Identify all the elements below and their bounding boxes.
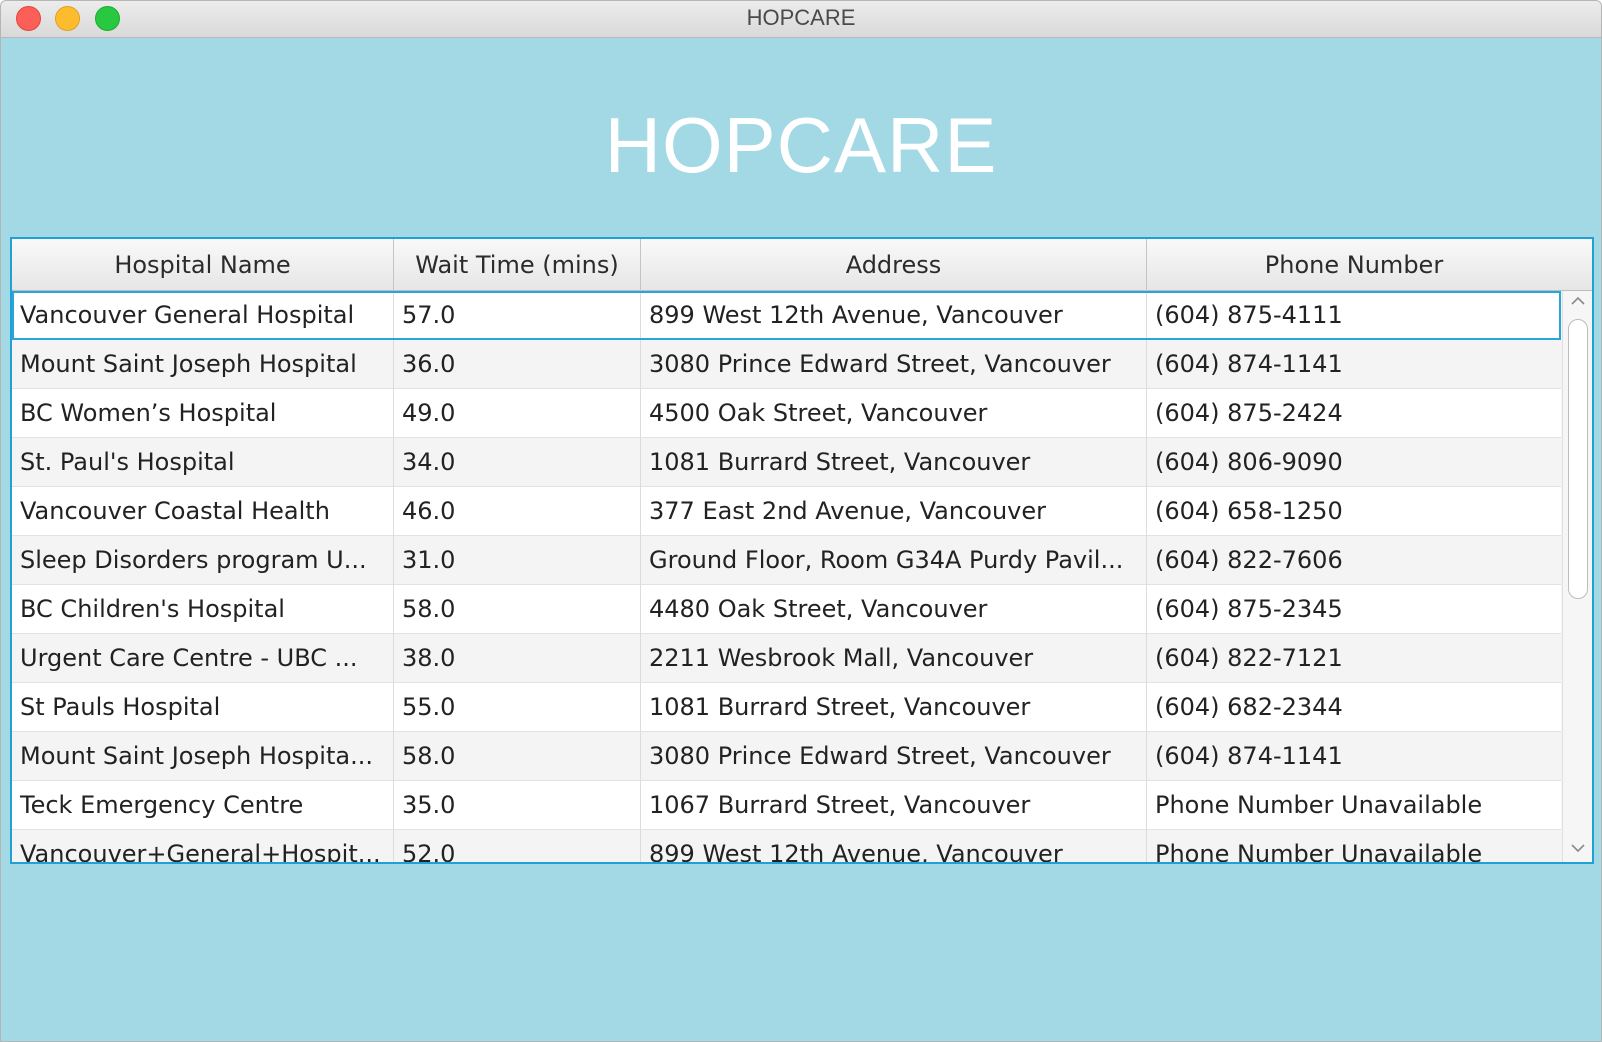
hospital-name-cell: Teck Emergency Centre [12,781,394,830]
phone-number-cell: (604) 822-7606 [1155,546,1343,574]
column-header-wait-time[interactable]: Wait Time (mins) [394,239,641,291]
hospital-name-cell: Vancouver+General+Hospit... [12,830,394,862]
address-cell: 1081 Burrard Street, Vancouver [641,683,1147,732]
wait-time-cell: 52.0 [394,830,641,862]
phone-number-cell: Phone Number Unavailable [1155,840,1483,862]
address-cell: 1081 Burrard Street, Vancouver [641,438,1147,487]
wait-time-cell: 49.0 [394,389,641,438]
title-bar[interactable]: HOPCARE [1,1,1601,38]
hospital-name-cell: St. Paul's Hospital [12,438,394,487]
chevron-up-icon[interactable] [1563,291,1592,313]
hospital-name-cell: Urgent Care Centre - UBC ... [12,634,394,683]
column-header-phone-number[interactable]: Phone Number [1147,239,1561,291]
table-row[interactable]: Vancouver General Hospital 57.0 899 West 1… [12,291,1561,340]
wait-time-cell: 34.0 [394,438,641,487]
phone-number-cell: (604) 874-1141 [1155,350,1343,378]
hospital-name-cell: St Pauls Hospital [12,683,394,732]
phone-number-cell: (604) 806-9090 [1155,448,1343,476]
address-cell: 899 West 12th Avenue, Vancouver [641,291,1147,340]
table-row[interactable]: BC Women’s Hospital 49.0 4500 Oak Street, … [12,389,1561,438]
column-header-hospital-name[interactable]: Hospital Name [12,239,394,291]
column-header-address[interactable]: Address [641,239,1147,291]
window-title: HOPCARE [746,5,856,30]
phone-number-cell: Phone Number Unavailable [1155,791,1483,819]
phone-number-cell: (604) 658-1250 [1155,497,1343,525]
table-row[interactable]: St Pauls Hospital 55.0 1081 Burrard Street… [12,683,1561,732]
table-row[interactable]: Urgent Care Centre - UBC ... 38.0 2211 Wes… [12,634,1561,683]
address-cell: 899 West 12th Avenue, Vancouver [641,830,1147,862]
scrollbar-thumb[interactable] [1568,319,1588,599]
address-cell: 4480 Oak Street, Vancouver [641,585,1147,634]
wait-time-cell: 46.0 [394,487,641,536]
address-cell: 3080 Prince Edward Street, Vancouver [641,732,1147,781]
phone-number-cell: (604) 875-2424 [1155,399,1343,427]
table-row[interactable]: Teck Emergency Centre 35.0 1067 Burrard St… [12,781,1561,830]
phone-number-cell: (604) 682-2344 [1155,693,1343,721]
vertical-scrollbar[interactable] [1562,291,1592,862]
hospital-name-cell: Mount Saint Joseph Hospital [12,340,394,389]
phone-number-cell: (604) 875-2345 [1155,595,1343,623]
app-window: HOPCARE HOPCARE Hospital Name Wait Time … [0,0,1602,1042]
table-row[interactable]: Mount Saint Joseph Hospita... 58.0 3080 Pr… [12,732,1561,781]
phone-number-cell: (604) 822-7121 [1155,644,1343,672]
wait-time-cell: 38.0 [394,634,641,683]
phone-number-cell: (604) 875-4111 [1155,301,1343,329]
table-row[interactable]: St. Paul's Hospital 34.0 1081 Burrard Stre… [12,438,1561,487]
chevron-down-icon[interactable] [1563,838,1592,860]
table-row[interactable]: Vancouver Coastal Health 46.0 377 East 2nd… [12,487,1561,536]
hospital-name-cell: BC Women’s Hospital [12,389,394,438]
address-cell: 377 East 2nd Avenue, Vancouver [641,487,1147,536]
wait-time-cell: 58.0 [394,732,641,781]
address-cell: 1067 Burrard Street, Vancouver [641,781,1147,830]
address-cell: Ground Floor, Room G34A Purdy Pavil... [641,536,1147,585]
phone-number-cell: (604) 874-1141 [1155,742,1343,770]
hospital-name-cell: Sleep Disorders program U... [12,536,394,585]
table-row[interactable]: Vancouver+General+Hospit... 52.0 899 West … [12,830,1561,862]
hospital-table[interactable]: Hospital Name Wait Time (mins) Address P… [10,237,1594,864]
hospital-name-cell: Vancouver Coastal Health [12,487,394,536]
table-row[interactable]: BC Children's Hospital 58.0 4480 Oak Stree… [12,585,1561,634]
address-cell: 3080 Prince Edward Street, Vancouver [641,340,1147,389]
wait-time-cell: 57.0 [394,291,641,340]
wait-time-cell: 58.0 [394,585,641,634]
table-row[interactable]: Sleep Disorders program U... 31.0 Ground F… [12,536,1561,585]
address-cell: 4500 Oak Street, Vancouver [641,389,1147,438]
table-row[interactable]: Mount Saint Joseph Hospital 36.0 3080 Prin… [12,340,1561,389]
table-body: Vancouver General Hospital 57.0 899 West 1… [12,291,1561,862]
hospital-name-cell: BC Children's Hospital [12,585,394,634]
app-heading: HOPCARE [604,101,998,189]
wait-time-cell: 31.0 [394,536,641,585]
wait-time-cell: 35.0 [394,781,641,830]
address-cell: 2211 Wesbrook Mall, Vancouver [641,634,1147,683]
wait-time-cell: 55.0 [394,683,641,732]
hospital-name-cell: Vancouver General Hospital [12,291,394,340]
wait-time-cell: 36.0 [394,340,641,389]
main-content: HOPCARE Hospital Name Wait Time (mins) A… [7,42,1595,1041]
hospital-name-cell: Mount Saint Joseph Hospita... [12,732,394,781]
table-header: Hospital Name Wait Time (mins) Address P… [12,239,1592,291]
